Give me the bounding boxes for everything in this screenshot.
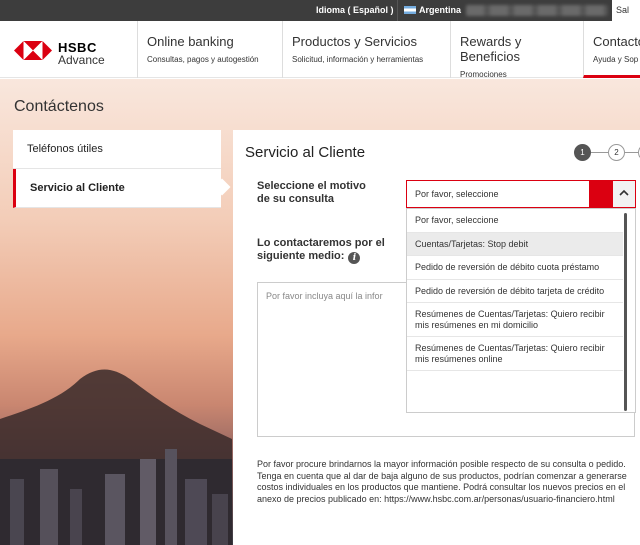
step-indicator: 1 2 3 xyxy=(574,144,640,162)
select-accent xyxy=(589,181,613,207)
hsbc-hexagon-icon xyxy=(14,41,52,60)
login-button[interactable]: Sal xyxy=(612,0,640,21)
dropdown-option[interactable]: Resúmenes de Cuentas/Tarjetas: Quiero re… xyxy=(407,337,623,371)
dropdown-option[interactable]: Pedido de reversión de débito tarjeta de… xyxy=(407,280,623,303)
country-selector[interactable]: Argentina xyxy=(397,0,463,21)
motive-select[interactable]: Por favor, seleccione xyxy=(406,180,636,208)
dropdown-option[interactable]: Resúmenes de Cuentas/Tarjetas: Quiero re… xyxy=(407,303,623,337)
nav-subtitle: Promociones xyxy=(460,70,507,79)
step-2: 2 xyxy=(608,144,625,161)
side-menu-item-telefonos[interactable]: Teléfonos útiles xyxy=(13,130,221,169)
nav-title: Contacto xyxy=(593,34,640,49)
dropdown-scrollbar[interactable] xyxy=(624,213,627,411)
dropdown-option[interactable]: Pedido de reversión de débito cuota prés… xyxy=(407,256,623,280)
motive-label: Seleccione el motivo de su consulta xyxy=(257,180,366,205)
side-menu: Teléfonos útiles Servicio al Cliente xyxy=(13,130,221,208)
argentina-flag-icon xyxy=(404,6,416,14)
nav-contacto[interactable]: Contacto Ayuda y Sop xyxy=(583,21,640,78)
nav-title: Rewards y Beneficios xyxy=(460,34,522,64)
chevron-up-icon-svg xyxy=(619,189,629,196)
nav-online-banking[interactable]: Online banking Consultas, pagos y autoge… xyxy=(137,21,283,78)
nav-title: Online banking xyxy=(147,34,234,49)
nav-productos-servicios[interactable]: Productos y Servicios Solicitud, informa… xyxy=(282,21,450,78)
dropdown-option[interactable]: Cuentas/Tarjetas: Stop debit xyxy=(407,232,623,256)
contact-method-label-text: Lo contactaremos por el siguiente medio: xyxy=(257,237,385,262)
step-connector xyxy=(591,152,608,153)
nav-title: Productos y Servicios xyxy=(292,34,417,49)
brand-sub: Advance xyxy=(58,53,105,67)
chevron-up-icon[interactable] xyxy=(613,181,635,207)
redacted-area xyxy=(466,5,608,16)
form-title: Servicio al Cliente xyxy=(245,144,366,161)
step-1: 1 xyxy=(574,144,591,161)
main-header: HSBC Advance Online banking Consultas, p… xyxy=(0,21,640,79)
nav-subtitle: Consultas, pagos y autogestión xyxy=(147,55,259,64)
disclaimer-text: Por favor procure brindarnos la mayor in… xyxy=(257,459,627,504)
nav-subtitle: Ayuda y Sop xyxy=(593,55,639,64)
motive-selected-value: Por favor, seleccione xyxy=(415,189,499,199)
top-utility-bar: Idioma ( Español ) Argentina Sal xyxy=(0,0,640,21)
language-selector[interactable]: Idioma ( Español ) xyxy=(308,0,402,21)
info-icon[interactable]: i xyxy=(348,252,361,264)
country-label: Argentina xyxy=(419,5,462,15)
hsbc-logo[interactable]: HSBC Advance xyxy=(14,40,114,68)
side-menu-item-servicio-cliente[interactable]: Servicio al Cliente xyxy=(13,169,221,208)
page-title: Contáctenos xyxy=(14,98,104,115)
nav-rewards-beneficios[interactable]: Rewards y Beneficios Promociones xyxy=(450,21,583,79)
motive-dropdown-list[interactable]: Por favor, seleccione Cuentas/Tarjetas: … xyxy=(406,208,636,413)
contact-method-label: Lo contactaremos por el siguiente medio:… xyxy=(257,237,387,264)
nav-subtitle: Solicitud, información y herramientas xyxy=(292,55,424,64)
dropdown-option[interactable]: Por favor, seleccione xyxy=(407,209,623,233)
